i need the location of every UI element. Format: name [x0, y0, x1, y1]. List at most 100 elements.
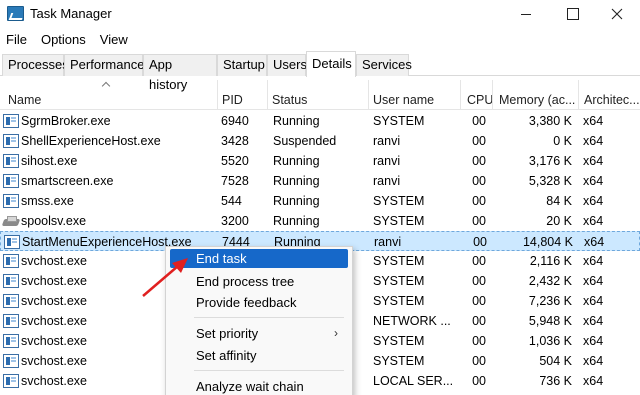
process-pid: 3200 — [221, 214, 249, 228]
process-cpu: 00 — [472, 334, 486, 348]
process-user: NETWORK ... — [373, 314, 451, 328]
process-memory: 84 K — [546, 194, 572, 208]
tab-startup[interactable]: Startup — [217, 54, 267, 76]
process-name: SgrmBroker.exe — [21, 114, 111, 128]
menu-item-analyze-wait-chain[interactable]: Analyze wait chain — [170, 377, 348, 395]
process-cpu: 00 — [472, 274, 486, 288]
process-cpu: 00 — [472, 174, 486, 188]
process-memory: 2,116 K — [529, 254, 572, 268]
process-pid: 544 — [221, 194, 242, 208]
process-icon — [3, 194, 19, 208]
process-memory: 5,328 K — [528, 174, 572, 188]
process-user: LOCAL SER... — [373, 374, 454, 388]
process-memory: 3,176 K — [528, 154, 572, 168]
menu-separator — [194, 370, 344, 371]
tab-users[interactable]: Users — [267, 54, 307, 76]
process-cpu: 00 — [472, 374, 486, 388]
table-row[interactable]: smartscreen.exe 7528 Running ranvi 00 5,328 K… — [0, 171, 640, 191]
process-memory: 5,948 K — [528, 314, 572, 328]
process-cpu: 00 — [472, 214, 486, 228]
tab-strip: Processes Performance App history Startu… — [0, 51, 640, 92]
title-bar: Task Manager — [0, 0, 640, 28]
column-header-architecture[interactable]: Architec... — [578, 80, 640, 110]
table-row[interactable]: spoolsv.exe 3200 Running SYSTEM 00 20 K x64 — [0, 211, 640, 231]
tab-services[interactable]: Services — [356, 54, 412, 76]
process-arch: x64 — [584, 235, 605, 249]
column-header-memory[interactable]: Memory (ac... — [492, 80, 578, 110]
process-icon — [3, 314, 19, 328]
process-pid: 5520 — [221, 154, 249, 168]
column-header-status[interactable]: Status — [267, 80, 368, 110]
column-header-pid[interactable]: PID — [217, 80, 267, 110]
process-status: Running — [273, 194, 320, 208]
process-status: Running — [273, 174, 320, 188]
table-header: Name PID Status User name CPU Memory (ac… — [0, 80, 640, 110]
menu-item-set-priority[interactable]: Set priority › — [170, 324, 348, 343]
process-user: SYSTEM — [373, 294, 425, 308]
tab-processes[interactable]: Processes — [2, 54, 69, 76]
process-status: Running — [273, 214, 320, 228]
table-row[interactable]: sihost.exe 5520 Running ranvi 00 3,176 K x64 — [0, 151, 640, 171]
process-cpu: 00 — [473, 235, 487, 249]
column-header-cpu[interactable]: CPU — [460, 80, 493, 110]
process-name: smss.exe — [21, 194, 74, 208]
process-cpu: 00 — [472, 134, 486, 148]
menu-item-set-affinity[interactable]: Set affinity — [170, 346, 348, 365]
process-memory: 1,036 K — [528, 334, 572, 348]
process-icon — [3, 274, 19, 288]
process-icon — [3, 334, 19, 348]
process-icon — [3, 174, 19, 188]
process-icon — [3, 134, 19, 148]
column-header-user-name[interactable]: User name — [368, 80, 460, 110]
process-arch: x64 — [583, 374, 604, 388]
process-user: SYSTEM — [373, 254, 425, 268]
tab-app-history[interactable]: App history — [143, 54, 217, 92]
set-priority-label: Set priority — [196, 326, 259, 341]
process-icon — [3, 374, 19, 388]
process-cpu: 00 — [472, 294, 486, 308]
process-arch: x64 — [583, 214, 604, 228]
process-icon — [3, 254, 19, 268]
tab-details[interactable]: Details — [306, 51, 356, 77]
table-row[interactable]: ShellExperienceHost.exe 3428 Suspended ranv… — [0, 131, 640, 151]
process-status: Suspended — [273, 134, 337, 148]
table-row[interactable]: SgrmBroker.exe 6940 Running SYSTEM 00 3,380 K… — [0, 111, 640, 131]
process-pid: 6940 — [221, 114, 249, 128]
column-header-name[interactable]: Name — [0, 80, 217, 110]
tab-performance[interactable]: Performance — [64, 54, 144, 76]
chevron-right-icon: › — [334, 326, 338, 340]
process-arch: x64 — [583, 174, 604, 188]
process-user: ranvi — [374, 235, 402, 249]
menu-options[interactable]: Options — [34, 29, 93, 51]
maximize-button[interactable] — [553, 0, 593, 28]
process-arch: x64 — [583, 334, 604, 348]
process-user: ranvi — [373, 134, 401, 148]
process-arch: x64 — [583, 354, 604, 368]
process-arch: x64 — [583, 134, 604, 148]
process-icon — [3, 354, 19, 368]
process-memory: 736 K — [539, 374, 572, 388]
process-user: SYSTEM — [373, 274, 425, 288]
menu-view[interactable]: View — [93, 29, 135, 51]
process-user: SYSTEM — [373, 194, 425, 208]
table-row[interactable]: smss.exe 544 Running SYSTEM 00 84 K x64 — [0, 191, 640, 211]
process-memory: 2,432 K — [528, 274, 572, 288]
process-arch: x64 — [583, 274, 604, 288]
process-status: Running — [273, 114, 320, 128]
menu-bar: File Options View — [0, 29, 135, 51]
process-arch: x64 — [583, 314, 604, 328]
menu-file[interactable]: File — [0, 29, 34, 51]
close-button[interactable] — [597, 0, 637, 28]
window-title: Task Manager — [30, 6, 112, 21]
process-icon — [3, 294, 19, 308]
task-manager-app-icon — [7, 6, 24, 21]
process-user: SYSTEM — [373, 334, 425, 348]
minimize-button[interactable] — [506, 0, 546, 28]
process-memory: 3,380 K — [528, 114, 572, 128]
process-cpu: 00 — [472, 354, 486, 368]
annotation-arrow-icon — [142, 258, 188, 297]
process-arch: x64 — [583, 154, 604, 168]
process-pid: 3428 — [221, 134, 249, 148]
process-icon — [3, 154, 19, 168]
process-user: SYSTEM — [373, 114, 425, 128]
